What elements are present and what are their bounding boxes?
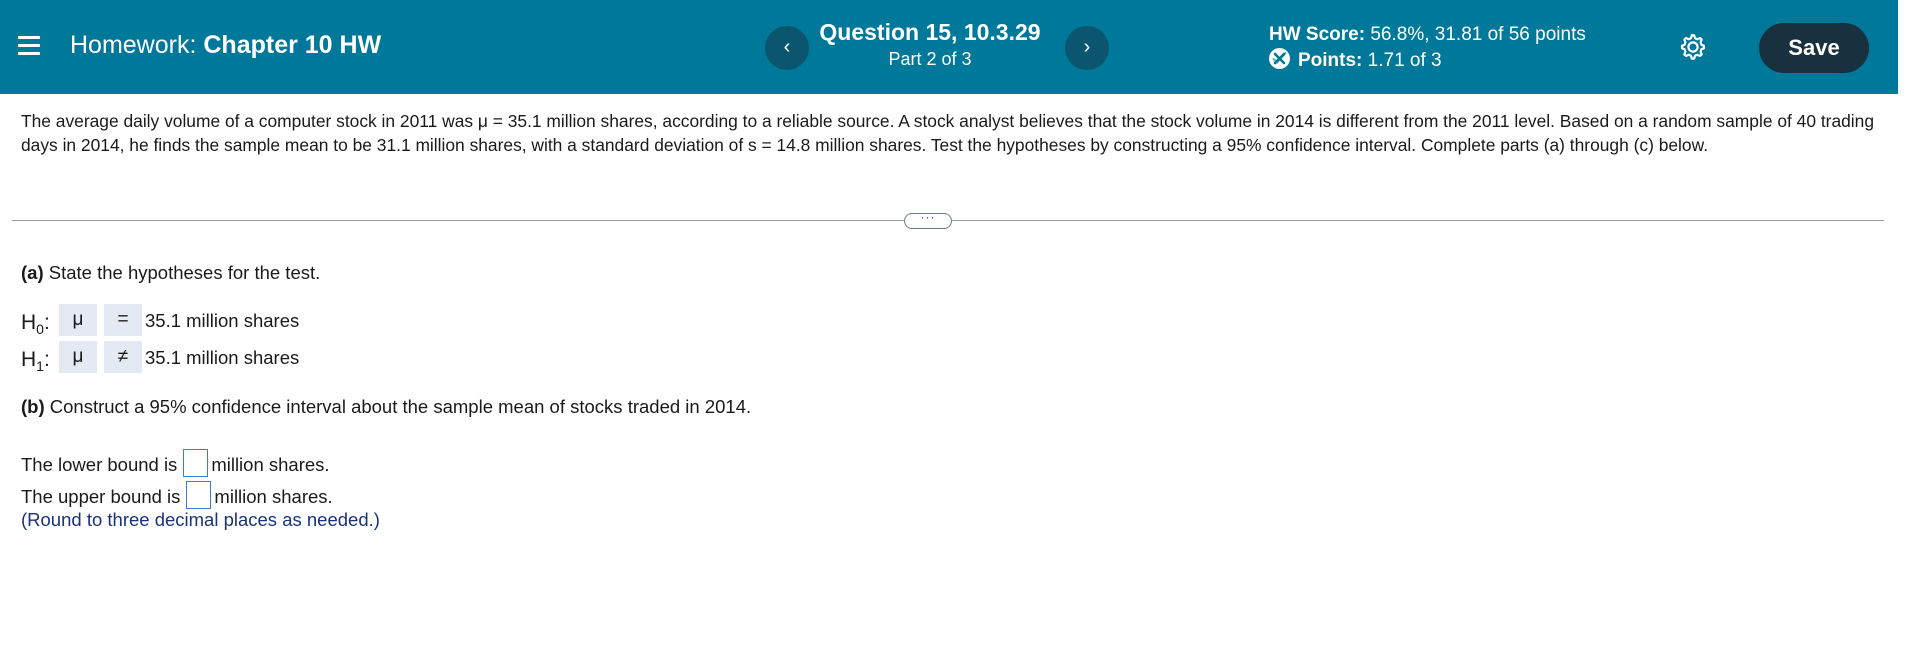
question-part: Part 2 of 3 bbox=[888, 49, 972, 69]
h0-parameter-select[interactable]: μ bbox=[59, 304, 97, 336]
question-points: Points: 1.71 of 3 bbox=[1269, 48, 1586, 74]
score-panel: HW Score: 56.8%, 31.81 of 56 points Poin… bbox=[1269, 22, 1586, 74]
lower-bound-suffix: million shares. bbox=[211, 454, 330, 475]
alternative-hypothesis-label: H1: bbox=[21, 348, 50, 375]
null-hypothesis-label: H0: bbox=[21, 311, 50, 338]
upper-bound-input[interactable] bbox=[186, 481, 212, 509]
divider-handle[interactable]: ··· bbox=[904, 211, 952, 229]
hw-score-label: HW Score: bbox=[1269, 24, 1366, 45]
part-a-text: State the hypotheses for the test. bbox=[48, 262, 321, 283]
homework-label: Homework: bbox=[70, 31, 197, 59]
h1-value: 35.1 million shares bbox=[145, 347, 300, 368]
gear-icon[interactable] bbox=[1676, 30, 1708, 62]
part-a-heading: (a) State the hypotheses for the test. bbox=[21, 262, 320, 284]
h0-value: 35.1 million shares bbox=[145, 310, 300, 331]
question-text: The average daily volume of a computer s… bbox=[21, 111, 1875, 155]
part-b-label: (b) bbox=[21, 396, 45, 417]
upper-bound-suffix: million shares. bbox=[214, 486, 333, 507]
h1-operator-select[interactable]: ≠ bbox=[104, 341, 142, 373]
partial-credit-icon bbox=[1269, 48, 1290, 69]
next-question-button[interactable]: › bbox=[1065, 26, 1109, 70]
part-a-label: (a) bbox=[21, 262, 44, 283]
upper-bound-line: The upper bound is million shares. bbox=[21, 481, 333, 509]
chevron-left-icon: ‹ bbox=[783, 36, 791, 58]
rounding-hint: (Round to three decimal places as needed… bbox=[21, 509, 380, 530]
question-info: Question 15, 10.3.29 Part 2 of 3 bbox=[800, 19, 1060, 70]
hamburger-menu-icon[interactable] bbox=[18, 36, 40, 56]
part-b-heading: (b) Construct a 95% confidence interval … bbox=[21, 396, 751, 418]
lower-bound-input[interactable] bbox=[183, 449, 209, 477]
hw-score: HW Score: 56.8%, 31.81 of 56 points bbox=[1269, 22, 1586, 48]
homework-title: Homework: Chapter 10 HW bbox=[70, 31, 381, 60]
lower-bound-line: The lower bound is million shares. bbox=[21, 449, 330, 477]
save-button[interactable]: Save bbox=[1759, 23, 1869, 73]
h1-parameter-select[interactable]: μ bbox=[59, 341, 97, 373]
question-title: Question 15, 10.3.29 bbox=[819, 19, 1041, 45]
upper-bound-prefix: The upper bound is bbox=[21, 486, 181, 507]
chevron-right-icon: › bbox=[1083, 36, 1091, 58]
points-label: Points: bbox=[1298, 50, 1363, 71]
points-value: 1.71 of 3 bbox=[1367, 50, 1442, 71]
hw-score-value: 56.8%, 31.81 of 56 points bbox=[1370, 24, 1586, 45]
h0-operator-select[interactable]: = bbox=[104, 304, 142, 336]
part-b-text: Construct a 95% confidence interval abou… bbox=[49, 396, 752, 417]
top-bar: Homework: Chapter 10 HW ‹ Question 15, 1… bbox=[0, 0, 1898, 94]
homework-name: Chapter 10 HW bbox=[203, 31, 382, 59]
lower-bound-prefix: The lower bound is bbox=[21, 454, 178, 475]
